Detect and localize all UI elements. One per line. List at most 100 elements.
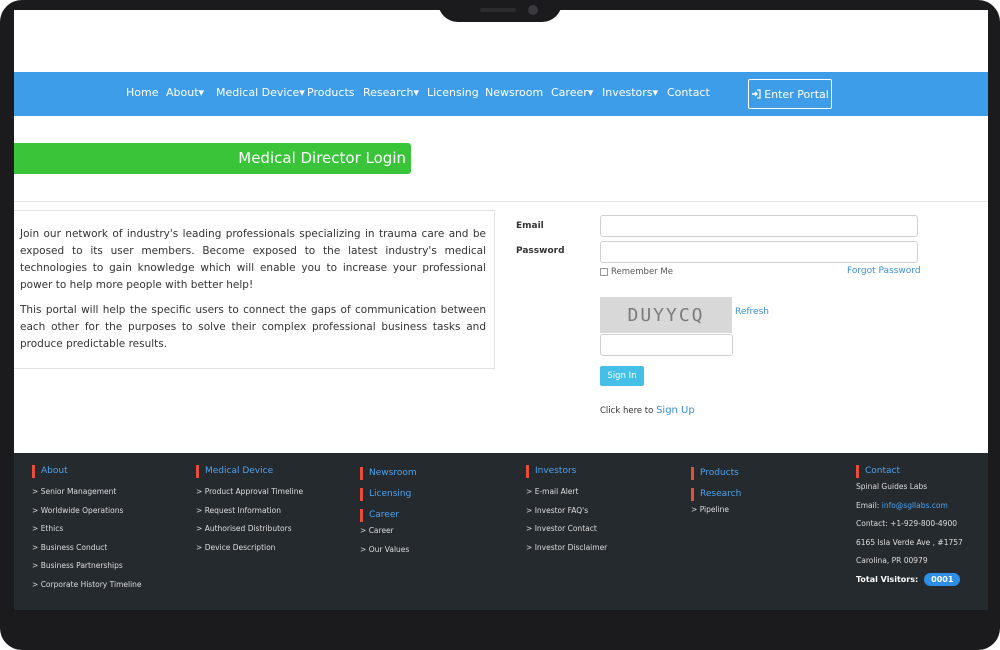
footer-link-label: Corporate History Timeline: [40, 579, 142, 589]
remember-me-checkbox[interactable]: [600, 268, 608, 276]
tablet-frame: Home About▾ Medical Device▾ Products Res…: [0, 0, 1000, 650]
footer-link[interactable]: > Our Values: [360, 541, 417, 560]
nav-products[interactable]: Products: [307, 86, 355, 99]
footer-link[interactable]: > Worldwide Operations: [32, 502, 142, 521]
chevron-right-icon: >: [526, 487, 533, 496]
remember-me-label: Remember Me: [611, 267, 673, 277]
footer-link-label: Device Description: [204, 542, 276, 552]
footer-link[interactable]: > Request Information: [196, 502, 303, 521]
chevron-right-icon: >: [360, 526, 367, 535]
email-field[interactable]: [600, 215, 918, 237]
footer-link-label: Authorised Distributors: [204, 524, 292, 533]
footer-link[interactable]: > Corporate History Timeline: [32, 576, 142, 595]
chevron-right-icon: >: [32, 505, 39, 515]
nav-contact[interactable]: Contact: [667, 86, 710, 99]
captcha-text: DUYYCQ: [627, 304, 705, 326]
footer-link[interactable]: > Authorised Distributors: [196, 520, 303, 539]
footer-link[interactable]: > Pipeline: [691, 501, 741, 520]
footer-link-label: Career: [368, 526, 394, 535]
enter-portal-button[interactable]: Enter Portal: [748, 79, 832, 109]
sign-up-link[interactable]: Sign Up: [656, 405, 695, 416]
footer-link-label: Worldwide Operations: [40, 505, 124, 515]
captcha-refresh-link[interactable]: Refresh: [735, 307, 769, 317]
footer-link[interactable]: > Investor Disclaimer: [526, 539, 607, 558]
footer-link-label: Business Conduct: [40, 542, 108, 552]
footer-link[interactable]: > Business Conduct: [32, 539, 142, 558]
footer-link[interactable]: > Ethics: [32, 520, 142, 539]
chevron-right-icon: >: [32, 542, 39, 552]
nav-investors[interactable]: Investors▾: [602, 86, 658, 99]
chevron-right-icon: >: [526, 542, 533, 552]
email-link[interactable]: info@sgllabs.com: [882, 501, 948, 510]
chevron-right-icon: >: [691, 505, 698, 514]
nav-contact-label: Contact: [667, 86, 710, 99]
footer-col-about: About > Senior Management > Worldwide Op…: [32, 465, 142, 594]
chevron-down-icon: ▾: [413, 86, 419, 99]
nav-investors-label: Investors: [602, 86, 653, 99]
footer-col-investors: Investors > E-mail Alert > Investor FAQ'…: [526, 465, 607, 557]
footer-heading-career[interactable]: Career: [360, 509, 417, 522]
signup-prompt: Click here to Sign Up: [600, 405, 695, 416]
footer-col-newsroom: Newsroom Licensing Career > Career > Our…: [360, 465, 417, 559]
portal-intro-box: Join our network of industry's leading p…: [14, 210, 495, 369]
footer-heading-products[interactable]: Products: [691, 467, 741, 480]
nav-licensing-label: Licensing: [427, 86, 479, 99]
chevron-right-icon: >: [526, 505, 533, 515]
footer-col-contact: Contact Spinal Guides Labs Email: info@s…: [856, 465, 963, 586]
footer-link[interactable]: > Business Partnerships: [32, 557, 142, 576]
footer-heading-newsroom[interactable]: Newsroom: [360, 467, 417, 480]
enter-portal-label: Enter Portal: [764, 87, 829, 101]
chevron-right-icon: >: [196, 505, 203, 515]
footer-link[interactable]: > Investor FAQ's: [526, 502, 607, 521]
nav-research-label: Research: [363, 86, 414, 99]
nav-career-label: Career: [551, 86, 588, 99]
nav-about[interactable]: About▾: [166, 86, 204, 99]
captcha-input[interactable]: [600, 334, 733, 356]
login-title-banner: Medical Director Login: [14, 143, 411, 174]
chevron-right-icon: >: [32, 579, 39, 589]
captcha-image: DUYYCQ: [600, 297, 732, 333]
speaker-slot: [480, 8, 516, 12]
footer-link-label: E-mail Alert: [534, 487, 579, 496]
sign-in-button[interactable]: Sign In: [600, 366, 644, 386]
nav-home-label: Home: [126, 86, 159, 99]
nav-home[interactable]: Home: [126, 86, 158, 99]
footer-link-label: Investor Disclaimer: [534, 542, 608, 552]
footer-heading-contact[interactable]: Contact: [856, 465, 963, 478]
footer-link-label: Our Values: [368, 544, 410, 554]
footer-heading-research[interactable]: Research: [691, 488, 741, 501]
forgot-password-link[interactable]: Forgot Password: [847, 266, 921, 276]
footer-col-medical-device: Medical Device > Product Approval Timeli…: [196, 465, 303, 557]
footer: About > Senior Management > Worldwide Op…: [14, 453, 988, 610]
footer-link[interactable]: > Investor Contact: [526, 520, 607, 539]
nav-newsroom-label: Newsroom: [485, 86, 544, 99]
footer-link[interactable]: > Career: [360, 522, 417, 541]
footer-link-label: Product Approval Timeline: [204, 487, 304, 496]
remember-me[interactable]: Remember Me: [600, 267, 673, 277]
footer-heading-about[interactable]: About: [32, 465, 142, 478]
visitor-count-badge: 0001: [924, 572, 961, 586]
footer-link-label: Investor Contact: [534, 524, 597, 533]
footer-heading-investors[interactable]: Investors: [526, 465, 607, 478]
footer-link-label: Senior Management: [40, 487, 117, 496]
chevron-right-icon: >: [32, 524, 39, 533]
nav-medical-device-label: Medical Device: [216, 86, 300, 99]
nav-medical-device[interactable]: Medical Device▾: [216, 86, 305, 99]
contact-email: Email: info@sgllabs.com: [856, 497, 963, 516]
password-field[interactable]: [600, 241, 918, 263]
nav-research[interactable]: Research▾: [363, 86, 419, 99]
nav-career[interactable]: Career▾: [551, 86, 593, 99]
signup-prefix: Click here to: [600, 406, 654, 416]
chevron-right-icon: >: [32, 487, 39, 496]
footer-heading-licensing[interactable]: Licensing: [360, 488, 417, 501]
chevron-down-icon: ▾: [198, 86, 205, 99]
password-label: Password: [516, 246, 565, 256]
nav-newsroom[interactable]: Newsroom: [485, 86, 543, 99]
footer-link[interactable]: > Device Description: [196, 539, 303, 558]
nav-licensing[interactable]: Licensing: [427, 86, 479, 99]
footer-link[interactable]: > Product Approval Timeline: [196, 483, 303, 502]
footer-link-label: Pipeline: [699, 505, 730, 514]
footer-heading-medical-device[interactable]: Medical Device: [196, 465, 303, 478]
footer-link[interactable]: > Senior Management: [32, 483, 142, 502]
footer-link[interactable]: > E-mail Alert: [526, 483, 607, 502]
